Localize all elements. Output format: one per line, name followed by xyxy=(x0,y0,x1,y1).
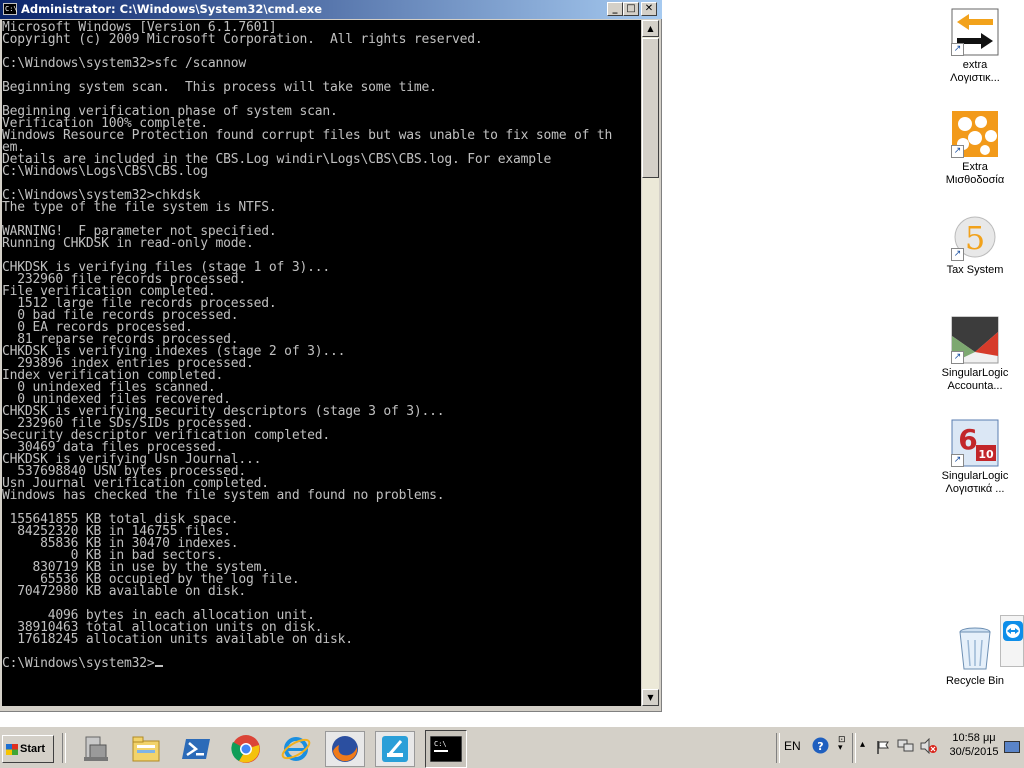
shortcut-arrow-icon: ↗ xyxy=(951,145,964,158)
maximize-button[interactable]: □ xyxy=(623,2,639,16)
volume-muted-icon[interactable] xyxy=(920,738,938,754)
cmd-icon: C:\ xyxy=(430,736,462,762)
desktop-icon-tax-system[interactable]: 5 ↗ Tax System xyxy=(935,213,1015,277)
clock-date: 30/5/2015 xyxy=(949,746,999,758)
show-hidden-icons-icon[interactable]: ▴ xyxy=(860,739,865,750)
close-button[interactable]: ✕ xyxy=(641,2,657,16)
teamviewer-tab[interactable] xyxy=(1000,615,1024,667)
vertical-scrollbar[interactable]: ▲ ▼ xyxy=(642,20,659,706)
desktop-icon-label: extra Λογιστικ... xyxy=(950,59,1000,84)
desktop-icon-singularlogic-accounting[interactable]: ↗ SingularLogic Accounta... xyxy=(935,316,1015,393)
powershell-icon[interactable] xyxy=(180,733,212,765)
windows-logo-icon xyxy=(6,744,18,755)
svg-text:?: ? xyxy=(817,740,823,753)
start-button[interactable]: Start xyxy=(2,735,54,763)
cmd-window-icon[interactable]: C:\ xyxy=(3,3,18,15)
svg-text:10: 10 xyxy=(978,448,994,461)
singularlogic-accounting-icon: ↗ xyxy=(951,316,999,364)
show-desktop-icon[interactable] xyxy=(1004,741,1020,753)
libraries-icon[interactable] xyxy=(130,733,162,765)
text-cursor xyxy=(154,665,163,667)
cmd-task-button[interactable]: C:\ xyxy=(425,730,467,768)
desktop-icon-label: SingularLogic Accounta... xyxy=(941,367,1009,392)
language-bar-options-icon[interactable]: ⊡ ▾ xyxy=(838,735,846,752)
title-bar[interactable]: C:\ Administrator: C:\Windows\System32\c… xyxy=(0,0,662,19)
console-line: Windows has checked the file system and … xyxy=(2,488,445,503)
console-line: Copyright (c) 2009 Microsoft Corporation… xyxy=(2,32,483,47)
tray-separator xyxy=(852,733,856,763)
desktop-icon-extra-misthodosia[interactable]: ↗ Extra Μισθοδοσία xyxy=(935,110,1015,187)
tray-separator xyxy=(776,733,780,763)
scroll-down-arrow-icon[interactable]: ▼ xyxy=(642,689,659,706)
help-icon[interactable]: ? xyxy=(812,737,829,754)
network-icon[interactable] xyxy=(897,738,915,754)
console-line: Windows Resource Protection found corrup… xyxy=(2,128,613,143)
cmd-window[interactable]: C:\ Administrator: C:\Windows\System32\c… xyxy=(0,0,662,712)
recycle-bin-icon xyxy=(951,624,999,672)
console-line: 70472980 KB available on disk. xyxy=(2,584,247,599)
taskbar-separator xyxy=(62,733,66,763)
console-line: Beginning system scan. This process will… xyxy=(2,80,437,95)
clock[interactable]: 10:58 μμ 30/5/2015 xyxy=(948,731,1000,759)
internet-explorer-icon[interactable] xyxy=(280,733,312,765)
action-center-flag-icon[interactable] xyxy=(875,739,891,755)
clock-time: 10:58 μμ xyxy=(952,732,996,744)
tax-system-icon: 5 ↗ xyxy=(951,213,999,261)
app-task-button[interactable] xyxy=(375,731,415,767)
firefox-icon xyxy=(332,736,358,762)
console-line: 17618245 allocation units available on d… xyxy=(2,632,353,647)
console-line: C:\Windows\system32>sfc /scannow xyxy=(2,56,247,71)
extra-logistiki-icon: ↗ xyxy=(951,8,999,56)
console-line: C:\Windows\Logs\CBS\CBS.log xyxy=(2,164,208,179)
singularlogic-logistika-icon: 6 10 ↗ xyxy=(951,419,999,467)
svg-text:6: 6 xyxy=(958,423,977,456)
scroll-up-arrow-icon[interactable]: ▲ xyxy=(642,20,659,37)
teamviewer-icon xyxy=(1003,621,1023,641)
shortcut-arrow-icon: ↗ xyxy=(951,454,964,467)
minimize-button[interactable]: _ xyxy=(607,2,623,16)
svg-text:C:\: C:\ xyxy=(434,740,447,748)
chrome-icon[interactable] xyxy=(230,733,262,765)
desktop-icon-label: Tax System xyxy=(946,264,1004,276)
console-line: The type of the file system is NTFS. xyxy=(2,200,277,215)
desktop-icon-singularlogic-logistika[interactable]: 6 10 ↗ SingularLogic Λογιστικά ... xyxy=(935,419,1015,496)
desktop-icon-extra-logistiki[interactable]: ↗ extra Λογιστικ... xyxy=(935,8,1015,85)
svg-text:5: 5 xyxy=(965,219,985,257)
console-output[interactable]: Microsoft Windows [Version 6.1.7601] Cop… xyxy=(2,20,641,706)
firefox-task-button[interactable] xyxy=(325,731,365,767)
start-label: Start xyxy=(20,743,46,755)
console-text: Microsoft Windows [Version 6.1.7601] Cop… xyxy=(2,20,641,670)
shortcut-arrow-icon: ↗ xyxy=(951,248,964,261)
desktop-icon-label: SingularLogic Λογιστικά ... xyxy=(941,470,1009,495)
desktop-icon-label: Recycle Bin xyxy=(945,675,1005,687)
app-icon xyxy=(382,736,408,762)
desktop-icon-label: Extra Μισθοδοσία xyxy=(945,161,1005,186)
explorer-icon[interactable] xyxy=(80,733,112,765)
language-indicator[interactable]: EN xyxy=(784,739,801,753)
scrollbar-thumb[interactable] xyxy=(642,38,659,178)
taskbar: Start C:\ EN ? ⊡ ▾ ▴ 10:58 μμ 30/5/2015 xyxy=(0,726,1024,768)
console-line: Running CHKDSK in read-only mode. xyxy=(2,236,254,251)
extra-misthodosia-icon: ↗ xyxy=(951,110,999,158)
window-title: Administrator: C:\Windows\System32\cmd.e… xyxy=(21,2,323,16)
shortcut-arrow-icon: ↗ xyxy=(951,43,964,56)
shortcut-arrow-icon: ↗ xyxy=(951,351,964,364)
console-line: C:\Windows\system32> xyxy=(2,656,155,671)
